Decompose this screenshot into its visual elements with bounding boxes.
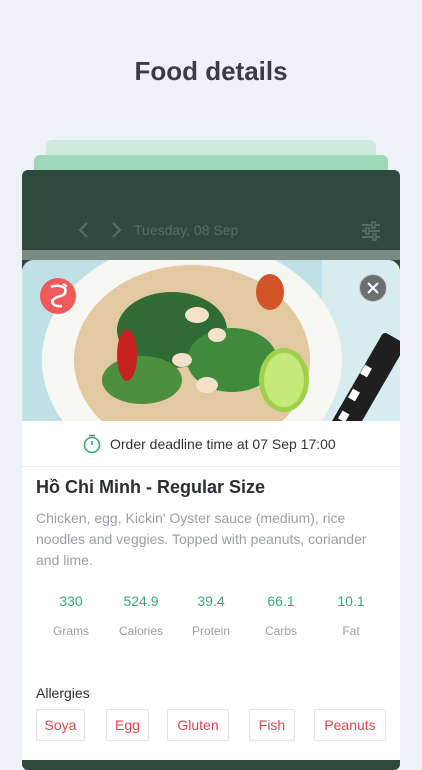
nutrition-value: 39.4 bbox=[197, 593, 225, 609]
deadline-row: Order deadline time at 07 Sep 17:00 bbox=[22, 421, 400, 467]
restaurant-logo bbox=[40, 278, 76, 314]
nutrition-label: Protein bbox=[191, 624, 231, 638]
allergen-tag-egg: Egg bbox=[106, 709, 149, 741]
nutrition-calories: 524.9 Calories bbox=[106, 593, 176, 638]
food-detail-card: Order deadline time at 07 Sep 17:00 Hồ C… bbox=[22, 260, 400, 760]
chevron-right-icon[interactable] bbox=[106, 220, 126, 240]
allergen-tag-fish: Fish bbox=[249, 709, 295, 741]
nutrition-protein: 39.4 Protein bbox=[176, 593, 246, 638]
allergen-tag-gluten: Gluten bbox=[167, 709, 229, 741]
nutrition-grams: 330 Grams bbox=[36, 593, 106, 638]
nutrition-label: Grams bbox=[53, 624, 89, 638]
nutrition-value: 330 bbox=[59, 593, 83, 609]
sliders-icon[interactable] bbox=[360, 220, 382, 242]
close-icon[interactable] bbox=[359, 274, 387, 302]
page-headline: Food details bbox=[134, 56, 288, 86]
chevron-left-icon[interactable] bbox=[74, 220, 94, 240]
stopwatch-icon bbox=[82, 434, 102, 454]
deadline-text: Order deadline time at 07 Sep 17:00 bbox=[110, 436, 336, 452]
meal-photo bbox=[22, 260, 400, 421]
meal-description: Chicken, egg, Kickin' Oyster sauce (medi… bbox=[36, 510, 367, 568]
nutrition-value: 66.1 bbox=[267, 593, 295, 609]
nutrition-fat: 10.1 Fat bbox=[316, 593, 386, 638]
nutrition-label: Carbs bbox=[264, 624, 297, 638]
nutrition-value: 10.1 bbox=[337, 593, 365, 609]
date-bar: Tuesday, 08 Sep bbox=[22, 170, 400, 250]
nutrition-label: Fat bbox=[342, 624, 360, 638]
allergen-tag-peanuts: Peanuts bbox=[314, 709, 386, 741]
nutrition-label: Calories bbox=[118, 624, 163, 638]
meal-title: Hồ Chi Minh - Regular Size bbox=[36, 477, 266, 497]
current-date: Tuesday, 08 Sep bbox=[134, 222, 239, 238]
nutrition-value: 524.9 bbox=[123, 593, 159, 609]
overlay-dim bbox=[22, 250, 400, 260]
allergies-heading: Allergies bbox=[36, 685, 90, 701]
allergen-tag-soya: Soya bbox=[36, 709, 85, 741]
nutrition-carbs: 66.1 Carbs bbox=[246, 593, 316, 638]
